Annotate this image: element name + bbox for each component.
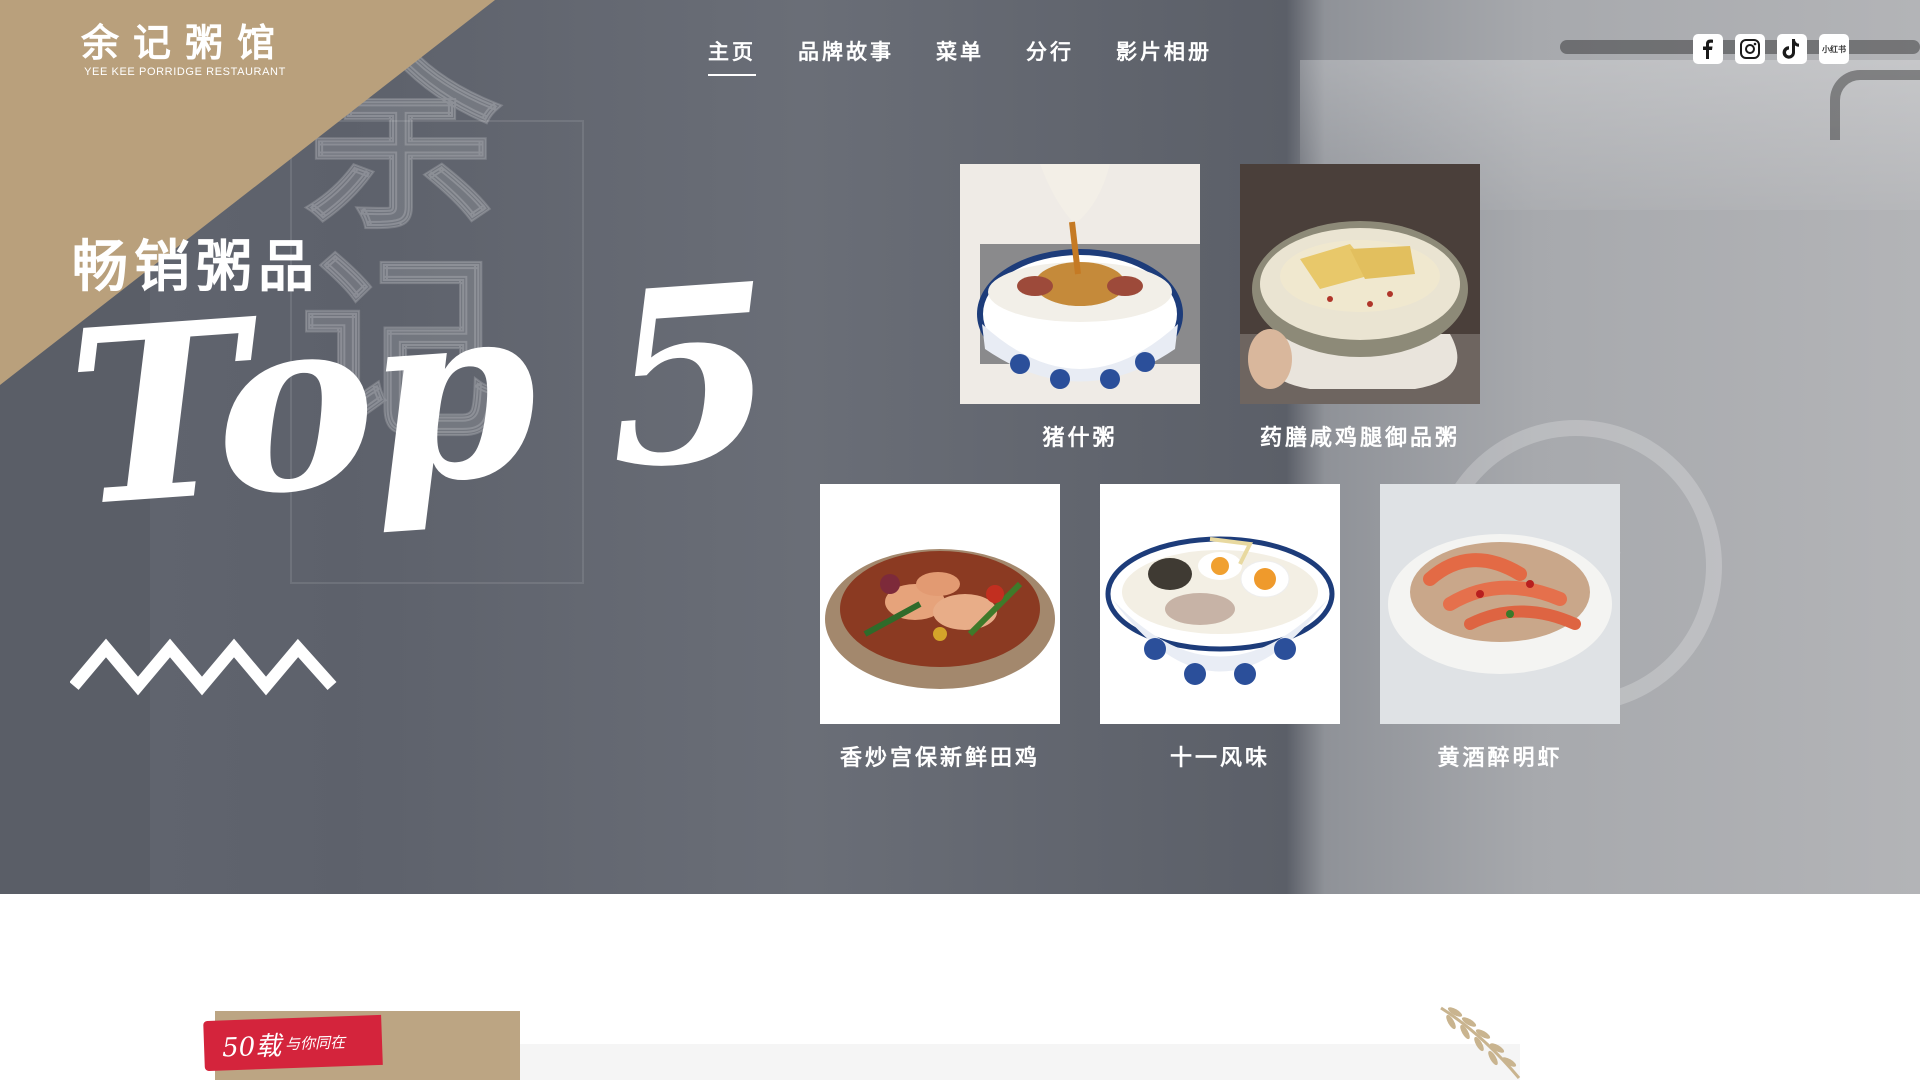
badge-number: 50载	[221, 1030, 282, 1063]
dish-card[interactable]: 香炒宫保新鲜田鸡	[820, 484, 1060, 772]
wheat-icon	[1440, 1006, 1521, 1079]
hero-background-pipe	[1830, 70, 1920, 140]
tiktok-icon[interactable]	[1777, 34, 1807, 64]
hero-banner: 余 记 余 余记粥馆 YEE KEE PORRIDGE RESTAURANT 主…	[0, 0, 1920, 894]
content-band	[520, 1044, 1520, 1080]
xiaohongshu-icon[interactable]: 小红书	[1819, 34, 1849, 64]
nav-item-home[interactable]: 主页	[708, 36, 756, 76]
main-navigation: 主页 品牌故事 菜单 分行 影片相册	[708, 36, 1254, 76]
dish-card[interactable]: 猪什粥	[960, 164, 1200, 452]
dish-photo	[1380, 484, 1620, 724]
nav-item-brand-story[interactable]: 品牌故事	[798, 36, 894, 76]
dish-name: 黄酒醉明虾	[1437, 745, 1563, 771]
site-logo[interactable]: 余记粥馆 YEE KEE PORRIDGE RESTAURANT	[70, 20, 300, 79]
nav-item-gallery[interactable]: 影片相册	[1116, 36, 1212, 76]
lower-section: 50载 与你同在	[0, 894, 1920, 1080]
dish-card[interactable]: 药膳咸鸡腿御品粥	[1240, 164, 1480, 452]
dish-card[interactable]: 黄酒醉明虾	[1380, 484, 1620, 772]
dish-name: 十一风味	[1169, 745, 1270, 771]
nav-item-menu[interactable]: 菜单	[936, 36, 984, 76]
facebook-icon[interactable]	[1693, 34, 1723, 64]
instagram-icon[interactable]	[1735, 34, 1765, 64]
dish-card[interactable]: 十一风味	[1100, 484, 1340, 772]
dish-name: 药膳咸鸡腿御品粥	[1259, 425, 1460, 451]
dish-name: 猪什粥	[1042, 425, 1118, 451]
logo-english-name: YEE KEE PORRIDGE RESTAURANT	[84, 66, 286, 78]
xiaohongshu-label: 小红书	[1822, 44, 1846, 54]
anniversary-badge: 50载 与你同在	[203, 1014, 383, 1072]
dish-photo	[1240, 164, 1480, 404]
badge-text: 与你同在	[284, 1032, 346, 1053]
dish-photo	[820, 484, 1060, 724]
dish-name: 香炒宫保新鲜田鸡	[839, 745, 1040, 771]
dish-photo	[1100, 484, 1340, 724]
zigzag-decoration	[70, 638, 337, 696]
nav-item-branches[interactable]: 分行	[1026, 36, 1074, 76]
social-links: 小红书	[1693, 34, 1849, 64]
logo-chinese-name: 余记粥馆	[80, 20, 289, 65]
dish-photo	[960, 164, 1200, 404]
hero-headline: Top 5	[60, 230, 778, 561]
